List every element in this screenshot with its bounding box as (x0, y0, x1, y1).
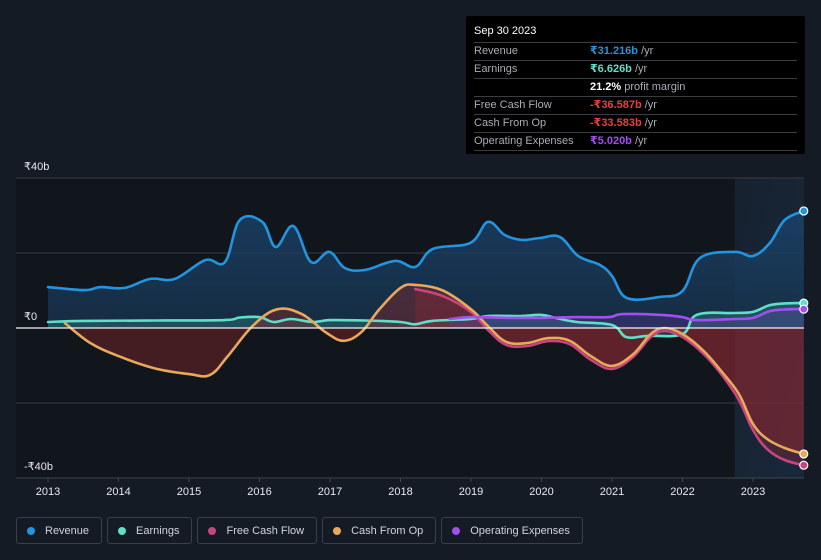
revenue-end-marker[interactable] (799, 206, 809, 216)
x-tick-label: 2020 (529, 486, 553, 498)
tooltip-value: ₹6.626b /yr (590, 63, 648, 75)
tooltip-row: Revenue ₹31.216b /yr (474, 43, 797, 61)
legend: Revenue Earnings Free Cash Flow Cash From O… (16, 517, 583, 544)
tooltip-row: Earnings ₹6.626b /yr (474, 61, 797, 79)
legend-dot-icon (27, 526, 35, 535)
tooltip-panel: Sep 30 2023 Revenue ₹31.216b /yr Earnings ₹… (466, 16, 805, 154)
x-tick-label: 2021 (600, 486, 624, 498)
tooltip-date: Sep 30 2023 (474, 24, 797, 43)
tooltip-row: 21.2% profit margin (474, 79, 797, 97)
legend-label: Earnings (136, 524, 180, 537)
x-tick-label: 2016 (247, 486, 271, 498)
tooltip-row: Operating Expenses ₹5.020b /yr (474, 133, 797, 151)
tooltip-label: Operating Expenses (474, 135, 574, 147)
x-tick-label: 2015 (177, 486, 201, 498)
legend-item-operating-expenses[interactable]: Operating Expenses (441, 517, 583, 544)
legend-item-revenue[interactable]: Revenue (16, 517, 103, 544)
legend-item-earnings[interactable]: Earnings (107, 517, 193, 544)
operating-expenses-end-marker[interactable] (799, 304, 809, 314)
tooltip-label: Cash From Op (474, 117, 547, 129)
cash-from-op-end-marker[interactable] (799, 449, 809, 459)
tooltip-value: -₹36.587b /yr (590, 99, 657, 111)
x-tick-label: 2014 (106, 486, 130, 498)
tooltip-label: Revenue (474, 45, 519, 57)
legend-label: Revenue (45, 524, 90, 537)
y-tick-label: ₹40b (24, 161, 49, 173)
legend-label: Operating Expenses (470, 524, 570, 537)
x-tick-label: 2022 (670, 486, 694, 498)
legend-item-free-cash-flow[interactable]: Free Cash Flow (197, 517, 318, 544)
tooltip-value: -₹33.583b /yr (590, 117, 657, 129)
legend-label: Cash From Op (351, 524, 424, 537)
legend-dot-icon (333, 526, 342, 535)
y-tick-label: ₹0 (24, 311, 37, 323)
tooltip-label (474, 79, 590, 96)
tooltip-label: Earnings (474, 63, 518, 75)
tooltip-row: Free Cash Flow -₹36.587b /yr (474, 97, 797, 115)
legend-dot-icon (452, 526, 461, 535)
legend-dot-icon (118, 526, 127, 535)
legend-item-cash-from-op[interactable]: Cash From Op (322, 517, 437, 544)
x-tick-label: 2013 (36, 486, 60, 498)
x-tick-label: 2023 (741, 486, 765, 498)
legend-label: Free Cash Flow (226, 524, 305, 537)
free-cash-flow-end-marker[interactable] (799, 460, 809, 470)
legend-dot-icon (208, 526, 217, 535)
x-tick-label: 2017 (318, 486, 342, 498)
x-tick-label: 2018 (388, 486, 412, 498)
tooltip-value: 21.2% profit margin (590, 81, 686, 93)
tooltip-value: ₹5.020b /yr (590, 135, 648, 147)
tooltip-row: Cash From Op -₹33.583b /yr (474, 115, 797, 133)
tooltip-value: ₹31.216b /yr (590, 45, 654, 57)
tooltip-label: Free Cash Flow (474, 99, 552, 111)
x-tick-label: 2019 (459, 486, 483, 498)
y-tick-label: -₹40b (24, 461, 53, 473)
